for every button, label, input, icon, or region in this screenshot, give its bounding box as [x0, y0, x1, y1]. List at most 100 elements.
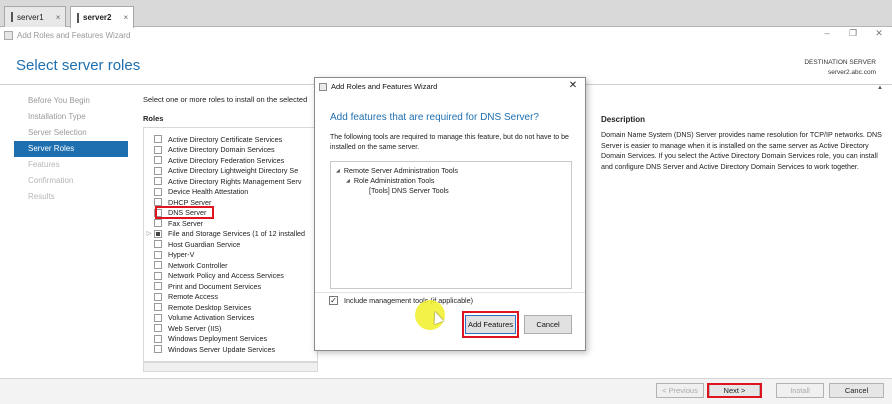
nav-server-roles[interactable]: Server Roles — [14, 141, 128, 157]
role-checkbox[interactable] — [154, 219, 162, 227]
include-tools-option[interactable]: ✓ Include management tools (if applicabl… — [329, 296, 473, 305]
minimize-icon[interactable]: – — [814, 28, 840, 42]
role-item[interactable]: ▷ File and Storage Services (1 of 12 inst… — [144, 229, 305, 239]
role-item[interactable]: Windows Deployment Services — [144, 334, 267, 344]
role-checkbox[interactable] — [154, 292, 162, 301]
tab-label: server2 — [83, 13, 112, 22]
tab-server1[interactable]: server1 × — [4, 6, 66, 27]
role-item[interactable]: Active Directory Domain Services — [144, 145, 275, 155]
install-button[interactable]: Install — [776, 383, 824, 398]
instruction-text: Select one or more roles to install on t… — [143, 95, 308, 104]
wizard-title: Add Roles and Features Wizard — [17, 30, 131, 40]
include-tools-checkbox[interactable]: ✓ — [329, 296, 338, 305]
dialog-heading: Add features that are required for DNS S… — [330, 112, 539, 123]
role-item[interactable]: Host Guardian Service — [144, 239, 240, 249]
role-checkbox[interactable] — [154, 166, 162, 175]
role-checkbox[interactable] — [154, 135, 162, 143]
role-item[interactable]: Active Directory Federation Services — [144, 155, 284, 165]
role-item[interactable]: Active Directory Certificate Services — [144, 134, 282, 144]
role-item[interactable]: Remote Access — [144, 292, 218, 302]
role-checkbox[interactable] — [154, 198, 162, 206]
role-label: Remote Access — [168, 292, 218, 301]
tree-node[interactable]: ◢ Remote Server Administration Tools — [336, 166, 458, 175]
dialog-close-icon[interactable]: ✕ — [567, 80, 579, 92]
role-checkbox[interactable] — [154, 303, 162, 311]
close-icon[interactable]: × — [56, 13, 61, 22]
role-item[interactable]: Active Directory Rights Management Serv — [144, 176, 301, 186]
role-label: Active Directory Certificate Services — [168, 134, 283, 144]
role-label: Windows Server Update Services — [168, 344, 276, 354]
collapse-triangle-icon[interactable]: ◢ — [336, 168, 340, 174]
role-item[interactable]: Device Health Attestation — [144, 187, 248, 197]
role-checkbox[interactable] — [154, 324, 162, 332]
role-checkbox[interactable] — [154, 313, 162, 322]
roles-horizontal-scrollbar[interactable] — [143, 362, 318, 372]
dialog-cancel-button[interactable]: Cancel — [524, 315, 572, 334]
close-icon[interactable]: × — [123, 13, 128, 22]
tree-node-label: Remote Server Administration Tools — [343, 166, 458, 175]
role-checkbox[interactable] — [154, 334, 162, 343]
role-checkbox[interactable] — [154, 271, 162, 280]
role-checkbox[interactable] — [154, 240, 162, 248]
window-controls: – ❐ ✕ — [814, 28, 892, 42]
role-checkbox[interactable] — [154, 345, 162, 353]
role-item[interactable]: Web Server (IIS) — [144, 323, 221, 333]
close-window-icon[interactable]: ✕ — [866, 28, 892, 42]
role-label: Active Directory Domain Services — [168, 145, 275, 154]
role-checkbox[interactable] — [154, 261, 162, 269]
tab-label: server1 — [17, 12, 44, 22]
session-tab-strip: server1 × server2 × — [0, 0, 892, 28]
role-label: Host Guardian Service — [168, 239, 241, 249]
server-icon — [77, 12, 79, 23]
tree-node[interactable]: ◢ Role Administration Tools — [346, 176, 434, 185]
nav-results: Results — [28, 192, 55, 201]
role-label: Active Directory Lightweight Directory S… — [168, 166, 299, 175]
tree-node-label: [Tools] DNS Server Tools — [369, 186, 449, 195]
role-item[interactable]: Volume Activation Services — [144, 313, 254, 323]
roles-list[interactable]: Active Directory Certificate Services Ac… — [143, 127, 318, 362]
role-label: Remote Desktop Services — [168, 302, 252, 312]
role-item[interactable]: Network Policy and Access Services — [144, 271, 284, 281]
role-checkbox[interactable] — [154, 156, 162, 164]
expand-arrow-icon[interactable]: ▷ — [144, 230, 154, 237]
server-icon — [11, 12, 13, 22]
destination-value: server2.abc.com — [827, 69, 876, 76]
collapse-triangle-icon[interactable]: ◢ — [346, 178, 350, 184]
tree-node: [Tools] DNS Server Tools — [369, 186, 449, 195]
role-checkbox[interactable] — [154, 250, 162, 259]
previous-button[interactable]: < Previous — [656, 383, 704, 398]
scroll-up-icon[interactable]: ▲ — [876, 85, 884, 91]
role-item[interactable]: Remote Desktop Services — [144, 302, 251, 312]
role-item[interactable]: Active Directory Lightweight Directory S… — [144, 166, 298, 176]
description-heading: Description — [601, 115, 646, 124]
role-checkbox[interactable] — [154, 177, 162, 185]
nav-server-selection[interactable]: Server Selection — [14, 125, 128, 141]
role-label: Active Directory Rights Management Serv — [168, 176, 302, 186]
role-checkbox[interactable] — [154, 145, 162, 154]
dns-server-highlight-box — [155, 206, 214, 219]
dialog-body-text: The following tools are required to mana… — [330, 134, 569, 151]
nav-installation-type[interactable]: Installation Type — [14, 109, 128, 125]
role-checkbox[interactable] — [154, 187, 162, 196]
role-label: Print and Document Services — [168, 281, 262, 291]
role-item[interactable]: Windows Server Update Services — [144, 344, 275, 354]
role-checkbox[interactable] — [154, 282, 162, 290]
role-label: Device Health Attestation — [168, 187, 249, 196]
dialog-divider — [315, 292, 585, 293]
add-features-button[interactable]: Add Features — [465, 315, 516, 334]
role-item[interactable]: Hyper-V — [144, 250, 194, 260]
dialog-titlebar: Add Roles and Features Wizard — [315, 78, 585, 95]
tab-server2[interactable]: server2 × — [70, 6, 134, 28]
roles-heading: Roles — [143, 114, 164, 123]
nav-before-you-begin[interactable]: Before You Begin — [14, 93, 128, 109]
restore-icon[interactable]: ❐ — [840, 28, 866, 42]
nav-confirmation: Confirmation — [28, 176, 74, 185]
role-item[interactable]: Fax Server — [144, 218, 203, 228]
role-label: Windows Deployment Services — [168, 334, 268, 343]
next-button[interactable]: Next > — [709, 383, 760, 398]
role-label: Volume Activation Services — [168, 313, 255, 322]
role-checkbox[interactable] — [154, 229, 162, 238]
cancel-button[interactable]: Cancel — [829, 383, 884, 398]
role-item[interactable]: Print and Document Services — [144, 281, 261, 291]
role-item[interactable]: Network Controller — [144, 260, 228, 270]
